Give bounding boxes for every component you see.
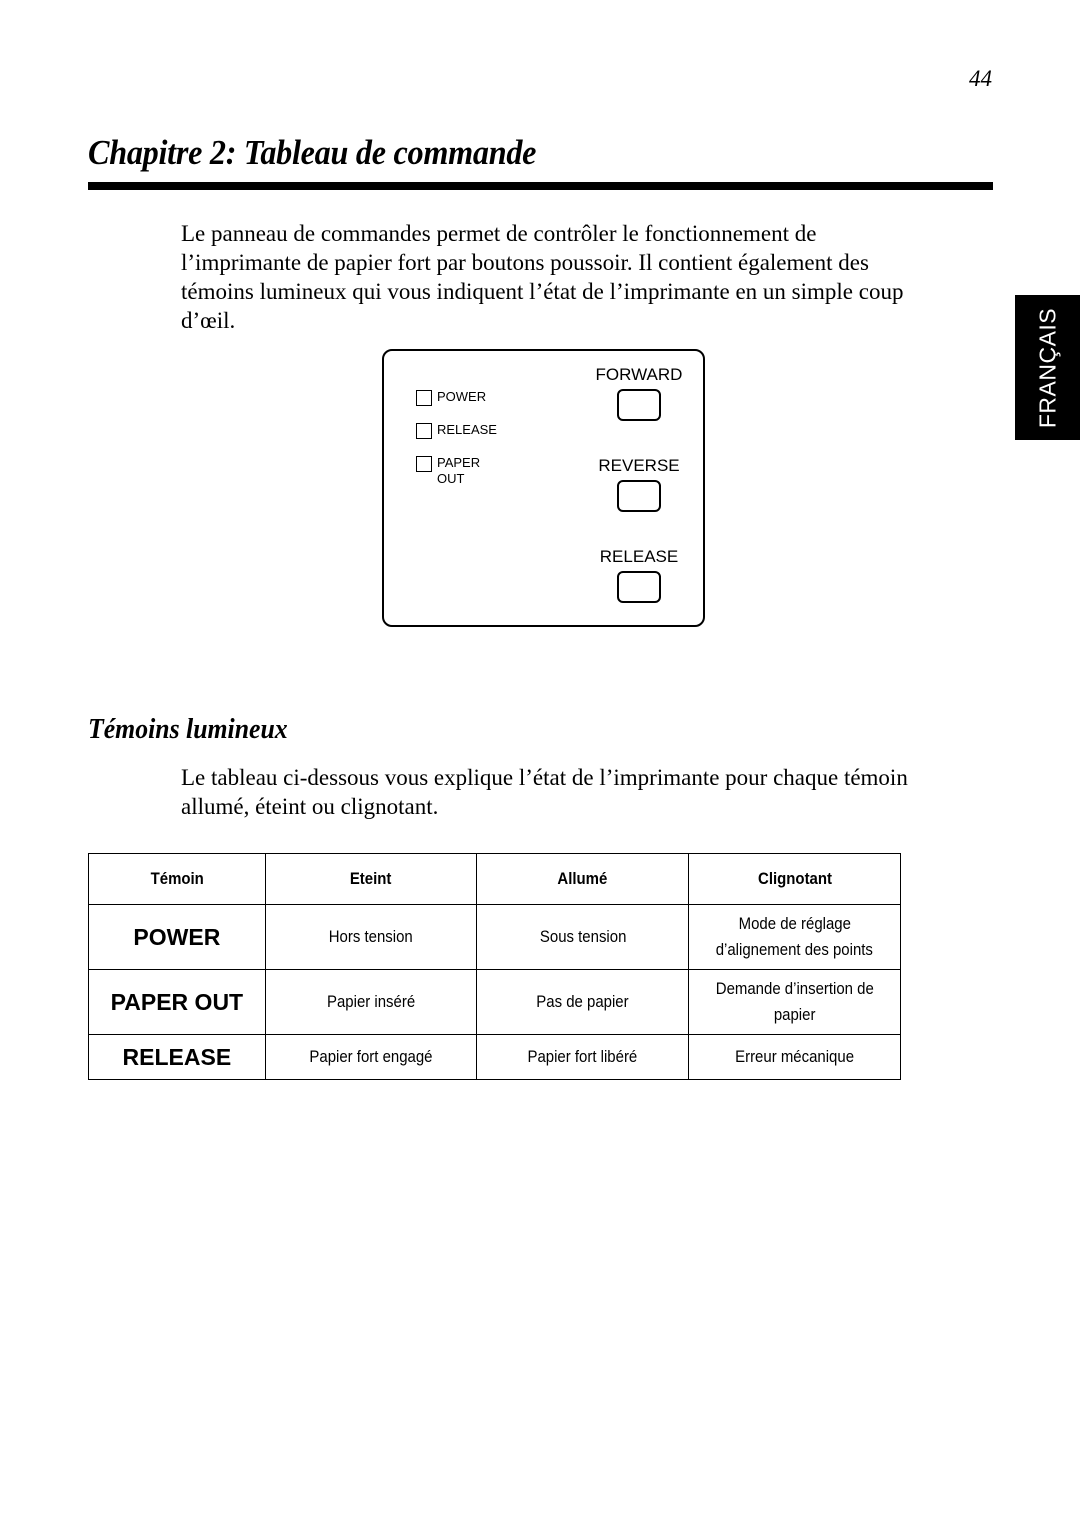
- intro-line: témoins lumineux qui vous indiquent l’ét…: [181, 279, 904, 304]
- indicator-label: POWER: [437, 389, 487, 404]
- indicator-light-icon: [416, 456, 432, 472]
- chapter-rule: [88, 182, 993, 190]
- table-row: POWER Hors tension Sous tension Mode de …: [88, 904, 901, 970]
- release-button: [617, 571, 661, 603]
- blink-state-cell: Demande d’insertion de papier: [688, 969, 901, 1035]
- intro-line: Le panneau de commandes permet de contrô…: [181, 221, 817, 246]
- indicator-release: RELEASE: [416, 422, 497, 439]
- section-line: Le tableau ci-dessous vous explique l’ét…: [181, 765, 908, 790]
- intro-line: d’œil.: [181, 308, 236, 333]
- language-tab-label: FRANÇAIS: [1034, 307, 1060, 428]
- table-header-row: Témoin Eteint Allumé Clignotant: [88, 853, 901, 905]
- reverse-button-label: REVERSE: [598, 456, 680, 475]
- forward-button-label: FORWARD: [595, 365, 683, 384]
- indicator-power: POWER: [416, 389, 486, 406]
- table-row: RELEASE Papier fort engagé Papier fort l…: [88, 1034, 901, 1080]
- led-name-cell: PAPER OUT: [88, 969, 266, 1035]
- indicator-light-icon: [416, 423, 432, 439]
- on-state-cell: Papier fort libéré: [476, 1034, 690, 1080]
- section-title: Témoins lumineux: [88, 714, 288, 745]
- indicator-light-icon: [416, 390, 432, 406]
- control-panel-diagram: POWER RELEASE PAPER OUT FORWARD REVERSE …: [382, 349, 705, 627]
- forward-button-group: FORWARD: [579, 365, 699, 421]
- column-header: Allumé: [476, 853, 690, 905]
- indicator-label: PAPER OUT: [437, 455, 481, 486]
- page-number: 44: [969, 66, 992, 91]
- language-tab: FRANÇAIS: [1015, 295, 1080, 440]
- column-header: Clignotant: [688, 853, 901, 905]
- column-header: Témoin: [88, 853, 266, 905]
- chapter-title: Chapitre 2: Tableau de commande: [88, 133, 537, 172]
- blink-state-cell: Erreur mécanique: [688, 1034, 901, 1080]
- reverse-button-group: REVERSE: [579, 456, 699, 512]
- reverse-button: [617, 480, 661, 512]
- indicator-paper-out: PAPER OUT: [416, 455, 480, 487]
- blink-state-cell: Mode de réglage d’alignement des points: [688, 904, 901, 970]
- indicator-label: RELEASE: [437, 422, 497, 437]
- release-button-label: RELEASE: [599, 547, 679, 566]
- led-name-cell: RELEASE: [88, 1034, 266, 1080]
- section-paragraph: Le tableau ci-dessous vous explique l’ét…: [181, 763, 1001, 821]
- section-line: allumé, éteint ou clignotant.: [181, 794, 439, 819]
- on-state-cell: Pas de papier: [476, 969, 690, 1035]
- off-state-cell: Papier inséré: [264, 969, 478, 1035]
- release-button-group: RELEASE: [579, 547, 699, 603]
- off-state-cell: Papier fort engagé: [264, 1034, 478, 1080]
- led-name-cell: POWER: [88, 904, 266, 970]
- column-header: Eteint: [264, 853, 478, 905]
- table-row: PAPER OUT Papier inséré Pas de papier De…: [88, 969, 901, 1035]
- on-state-cell: Sous tension: [476, 904, 690, 970]
- intro-line: l’imprimante de papier fort par boutons …: [181, 250, 869, 275]
- forward-button: [617, 389, 661, 421]
- off-state-cell: Hors tension: [264, 904, 478, 970]
- intro-paragraph: Le panneau de commandes permet de contrô…: [181, 219, 1001, 335]
- indicator-states-table: Témoin Eteint Allumé Clignotant POWER Ho…: [88, 853, 901, 1080]
